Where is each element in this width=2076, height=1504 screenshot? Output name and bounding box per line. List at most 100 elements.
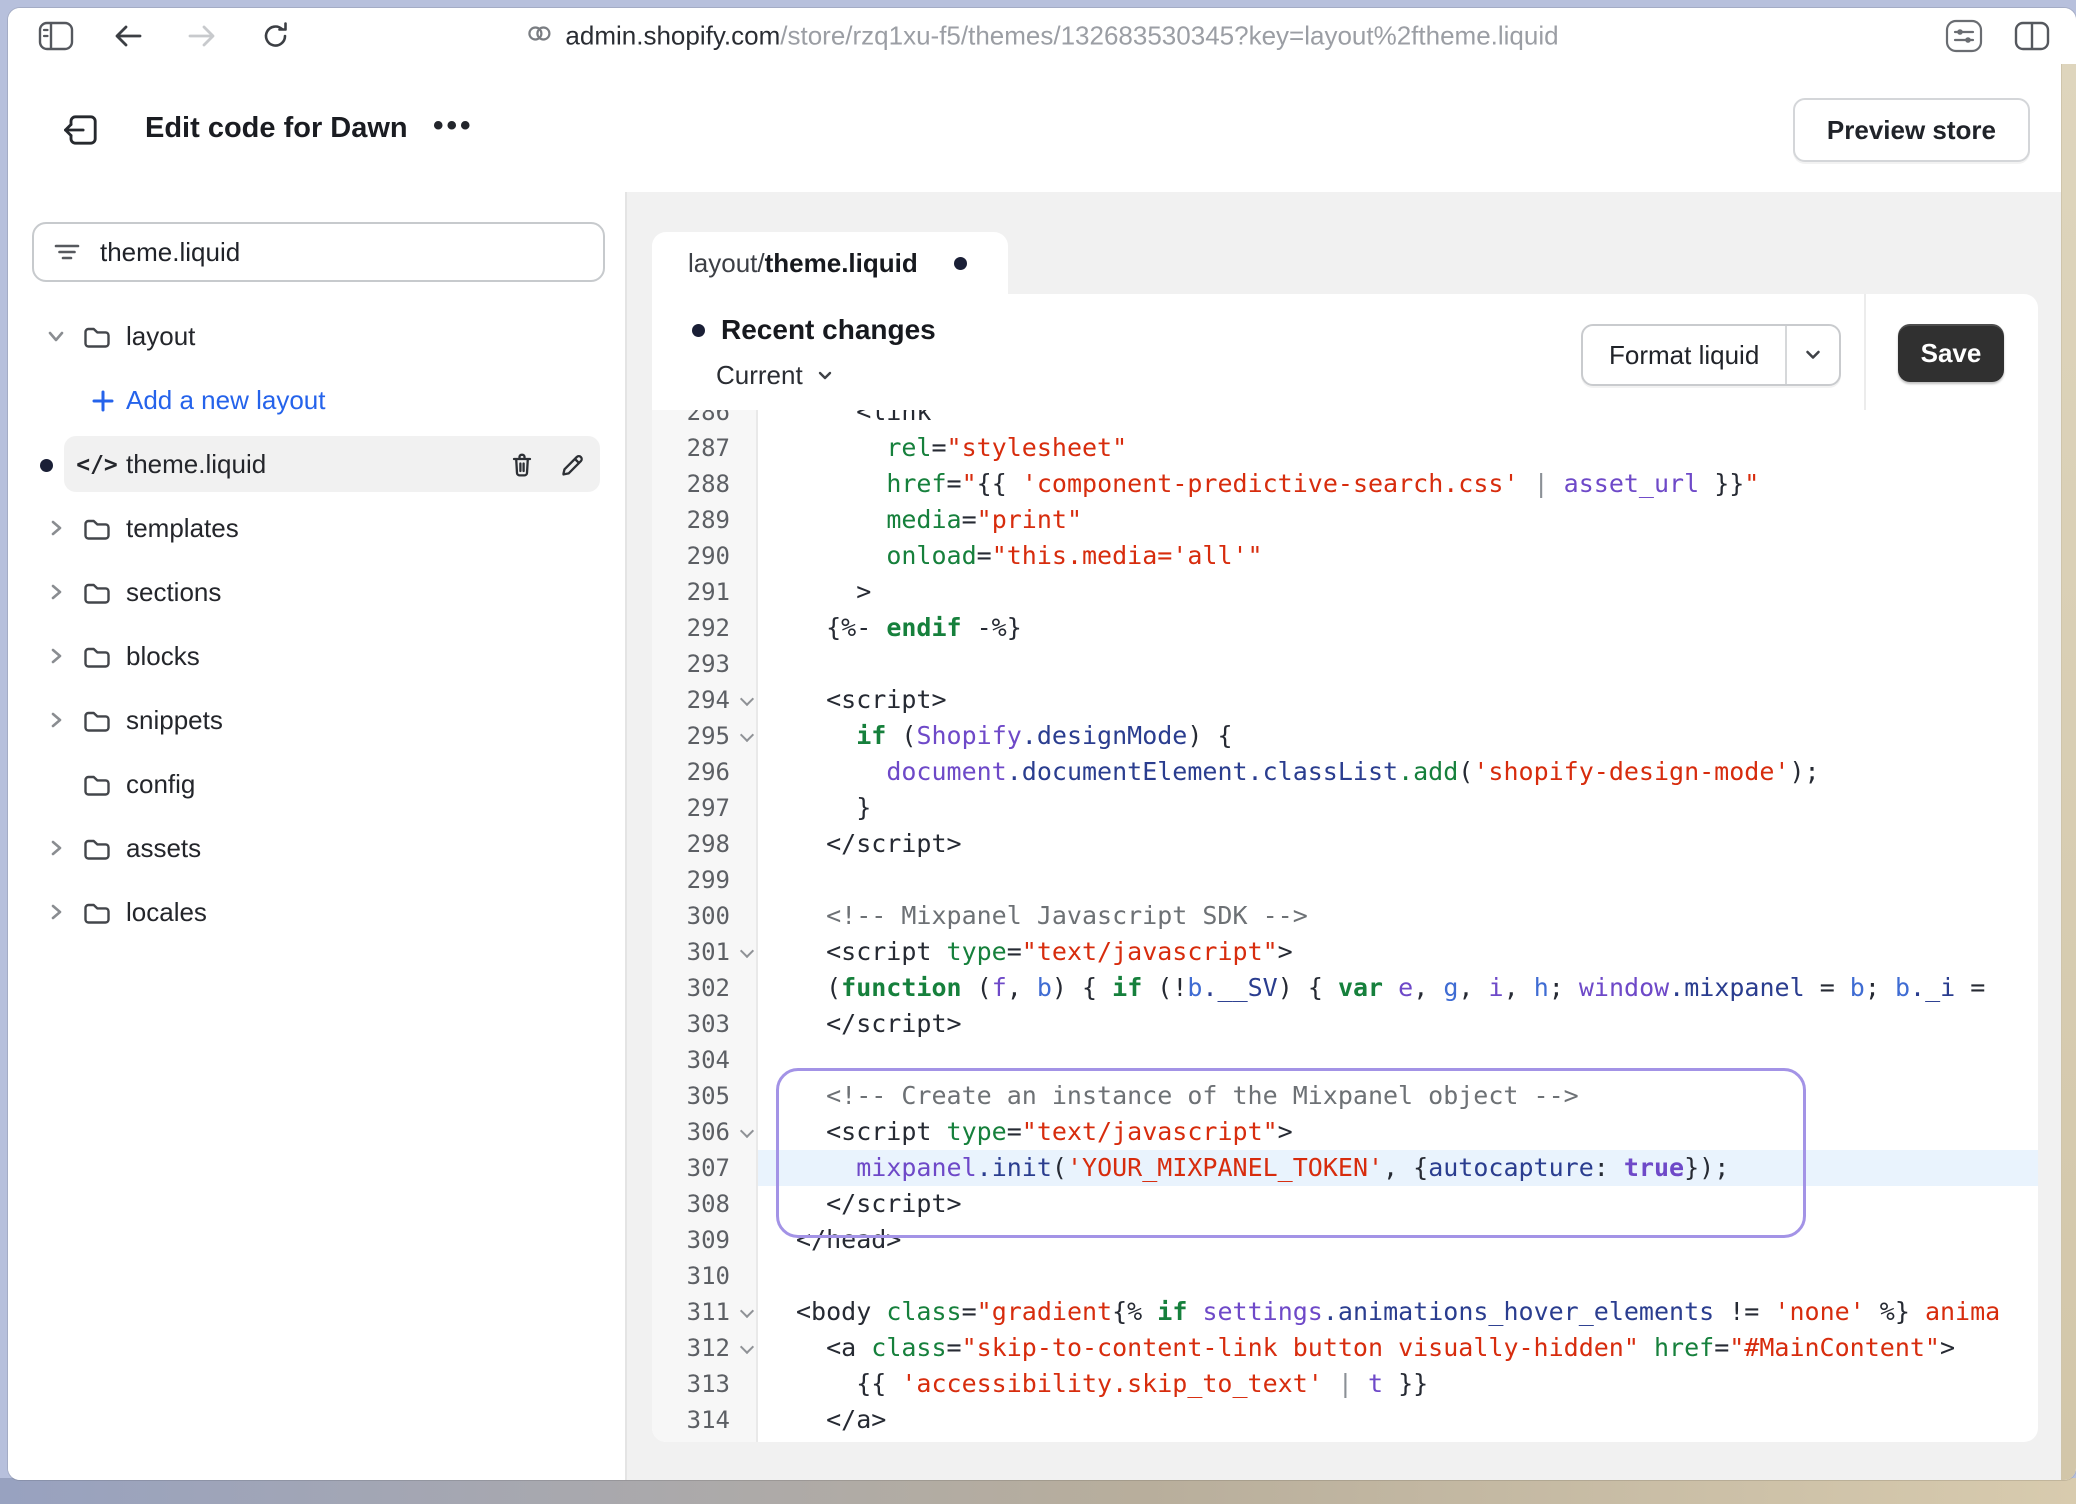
format-liquid-button[interactable]: Format liquid bbox=[1581, 324, 1841, 386]
code-content[interactable]: </script> bbox=[758, 1186, 2038, 1222]
code-line-296: 296 document.documentElement.classList.a… bbox=[652, 754, 2038, 790]
chevron-right-icon[interactable] bbox=[44, 516, 68, 540]
code-content[interactable]: <script type="text/javascript"> bbox=[758, 1114, 2038, 1150]
code-content[interactable]: <script type="text/javascript"> bbox=[758, 934, 2038, 970]
sidebar-item-config[interactable]: config bbox=[8, 756, 625, 812]
code-content[interactable]: </script> bbox=[758, 1006, 2038, 1042]
line-number: 294 bbox=[652, 682, 758, 718]
chevron-right-icon[interactable] bbox=[44, 580, 68, 604]
code-content[interactable]: (function (f, b) { if (!b.__SV) { var e,… bbox=[758, 970, 2038, 1006]
preview-store-button[interactable]: Preview store bbox=[1793, 98, 2030, 162]
code-content[interactable]: <link bbox=[758, 410, 2038, 430]
sidebar-item-layout[interactable]: layout bbox=[8, 308, 625, 364]
code-line-306: 306 <script type="text/javascript"> bbox=[652, 1114, 2038, 1150]
tab-layout-theme-liquid[interactable]: layout/theme.liquid bbox=[652, 232, 1008, 294]
code-content[interactable]: {{ 'accessibility.skip_to_text' | t }} bbox=[758, 1366, 2038, 1402]
code-content[interactable]: </script> bbox=[758, 826, 2038, 862]
sidebar-item-add-a-new-layout[interactable]: Add a new layout bbox=[8, 372, 625, 428]
code-line-295: 295 if (Shopify.designMode) { bbox=[652, 718, 2038, 754]
browser-window: admin.shopify.com/store/rzq1xu-f5/themes… bbox=[8, 8, 2076, 1480]
split-view-icon[interactable] bbox=[2014, 20, 2050, 52]
code-content[interactable] bbox=[758, 862, 2038, 898]
code-line-297: 297 } bbox=[652, 790, 2038, 826]
chevron-down-icon[interactable] bbox=[44, 324, 68, 348]
back-icon[interactable] bbox=[112, 21, 144, 51]
code-content[interactable] bbox=[758, 646, 2038, 682]
reload-icon[interactable] bbox=[260, 20, 292, 52]
sidebar-item-assets[interactable]: assets bbox=[8, 820, 625, 876]
code-editor[interactable]: 286 <link287 rel="stylesheet"288 href="{… bbox=[652, 410, 2038, 1442]
code-line-292: 292 {%- endif -%} bbox=[652, 610, 2038, 646]
folder-icon bbox=[80, 576, 114, 610]
code-content[interactable]: media="print" bbox=[758, 502, 2038, 538]
line-number: 310 bbox=[652, 1258, 758, 1294]
rename-file-icon[interactable] bbox=[556, 449, 588, 481]
code-content[interactable]: </a> bbox=[758, 1402, 2038, 1438]
code-content[interactable]: <!-- Create an instance of the Mixpanel … bbox=[758, 1078, 2038, 1114]
code-content[interactable] bbox=[758, 1258, 2038, 1294]
code-content[interactable]: if (Shopify.designMode) { bbox=[758, 718, 2038, 754]
code-lines: 286 <link287 rel="stylesheet"288 href="{… bbox=[652, 410, 2038, 1438]
version-dropdown[interactable]: Current bbox=[716, 360, 835, 391]
code-content[interactable]: > bbox=[758, 574, 2038, 610]
chevron-right-icon[interactable] bbox=[44, 644, 68, 668]
sidebar-item-locales[interactable]: locales bbox=[8, 884, 625, 940]
code-content[interactable]: onload="this.media='all'" bbox=[758, 538, 2038, 574]
fold-chevron-icon[interactable] bbox=[741, 1306, 752, 1317]
code-line-309: 309</head> bbox=[652, 1222, 2038, 1258]
filter-icon bbox=[52, 237, 82, 267]
code-content[interactable]: </head> bbox=[758, 1222, 2038, 1258]
tree-item-label: blocks bbox=[126, 628, 200, 684]
delete-file-icon[interactable] bbox=[506, 449, 538, 481]
code-line-298: 298 </script> bbox=[652, 826, 2038, 862]
forward-icon[interactable] bbox=[186, 21, 218, 51]
chevron-right-icon[interactable] bbox=[44, 900, 68, 924]
fold-chevron-icon[interactable] bbox=[741, 946, 752, 957]
code-content[interactable]: href="{{ 'component-predictive-search.cs… bbox=[758, 466, 2038, 502]
code-content[interactable] bbox=[758, 1042, 2038, 1078]
exit-editor-button[interactable] bbox=[60, 108, 104, 152]
code-content[interactable]: <!-- Mixpanel Javascript SDK --> bbox=[758, 898, 2038, 934]
code-line-289: 289 media="print" bbox=[652, 502, 2038, 538]
format-options-chevron[interactable] bbox=[1785, 326, 1839, 384]
line-number: 303 bbox=[652, 1006, 758, 1042]
changes-dot bbox=[692, 324, 705, 337]
file-search-box[interactable] bbox=[32, 222, 605, 282]
code-content[interactable]: <a class="skip-to-content-link button vi… bbox=[758, 1330, 2038, 1366]
sidebar-item-snippets[interactable]: snippets bbox=[8, 692, 625, 748]
scrollbar-strip[interactable] bbox=[2061, 64, 2076, 1480]
save-button[interactable]: Save bbox=[1898, 324, 2004, 382]
address-bar[interactable]: admin.shopify.com/store/rzq1xu-f5/themes… bbox=[525, 20, 1558, 53]
sidebar-item-blocks[interactable]: blocks bbox=[8, 628, 625, 684]
sidebar-item-templates[interactable]: templates bbox=[8, 500, 625, 556]
code-content[interactable]: rel="stylesheet" bbox=[758, 430, 2038, 466]
line-number: 299 bbox=[652, 862, 758, 898]
code-content[interactable]: {%- endif -%} bbox=[758, 610, 2038, 646]
plus-icon bbox=[86, 384, 120, 418]
code-line-314: 314 </a> bbox=[652, 1402, 2038, 1438]
fold-chevron-icon[interactable] bbox=[741, 1126, 752, 1137]
fold-chevron-icon[interactable] bbox=[741, 730, 752, 741]
line-number: 301 bbox=[652, 934, 758, 970]
fold-chevron-icon[interactable] bbox=[741, 1342, 752, 1353]
chevron-down-icon bbox=[815, 368, 835, 384]
code-content[interactable]: } bbox=[758, 790, 2038, 826]
browser-sidebar-toggle-icon[interactable] bbox=[38, 20, 74, 52]
code-content[interactable]: mixpanel.init('YOUR_MIXPANEL_TOKEN', {au… bbox=[758, 1150, 2038, 1186]
chevron-right-icon[interactable] bbox=[44, 836, 68, 860]
code-content[interactable]: <script> bbox=[758, 682, 2038, 718]
url-domain: admin.shopify.com bbox=[565, 21, 780, 51]
page-settings-icon[interactable] bbox=[1944, 19, 1984, 53]
more-actions-menu[interactable]: ••• bbox=[433, 64, 474, 188]
fold-chevron-icon[interactable] bbox=[741, 694, 752, 705]
search-input[interactable] bbox=[98, 236, 562, 269]
tree-item-label: theme.liquid bbox=[126, 436, 266, 492]
code-file-icon: </> bbox=[80, 448, 114, 482]
browser-toolbar: admin.shopify.com/store/rzq1xu-f5/themes… bbox=[8, 8, 2076, 66]
sidebar-item-theme-liquid[interactable]: </> theme.liquid bbox=[8, 436, 625, 492]
code-content[interactable]: document.documentElement.classList.add('… bbox=[758, 754, 2038, 790]
chevron-right-icon[interactable] bbox=[44, 708, 68, 732]
code-content[interactable]: <body class="gradient{% if settings.anim… bbox=[758, 1294, 2038, 1330]
sidebar-item-sections[interactable]: sections bbox=[8, 564, 625, 620]
tree-item-label: locales bbox=[126, 884, 207, 940]
